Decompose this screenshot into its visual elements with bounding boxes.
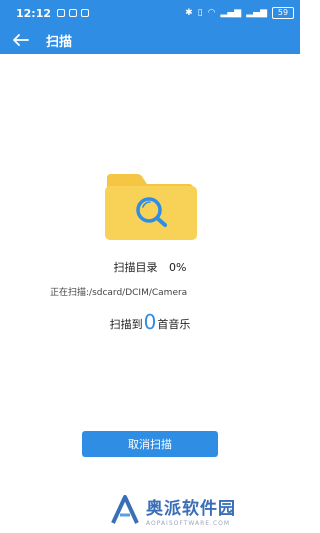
watermark-logo-icon [111, 495, 139, 524]
scan-title-label: 扫描目录 [113, 261, 158, 274]
status-notification-icons [57, 9, 90, 17]
music-count: 0 [143, 310, 157, 334]
notification-icon [57, 9, 66, 17]
count-suffix: 首音乐 [157, 318, 191, 331]
vibrate-icon: ▯ [197, 8, 203, 18]
bluetooth-icon: ✱ [185, 8, 193, 18]
status-system-icons: ✱ ▯ ◠ ▂▄▆ ▂▄▆ 59 [185, 7, 294, 19]
scan-percent: 0% [169, 261, 187, 274]
back-arrow-icon[interactable] [10, 29, 32, 51]
folder-search-icon [105, 174, 197, 240]
scan-progress-text: 扫描目录 0% [0, 259, 300, 275]
nfc-icon [69, 9, 78, 17]
scan-count-line: 扫描到 0 首音乐 [0, 312, 300, 332]
watermark-name: 奥派软件园 [146, 498, 236, 519]
signal-icon-2: ▂▄▆ [246, 8, 267, 18]
cancel-scan-button[interactable]: 取消扫描 [82, 431, 218, 457]
watermark-url: AOPAISOFTWARE.COM [146, 519, 231, 527]
app-header: 扫描 [0, 26, 300, 54]
count-prefix: 扫描到 [109, 318, 143, 331]
status-bar: 12:12 ✱ ▯ ◠ ▂▄▆ ▂▄▆ 59 [0, 0, 300, 26]
watermark: 奥派软件园 AOPAISOFTWARE.COM [110, 490, 295, 530]
battery-icon: 59 [272, 7, 294, 19]
status-time: 12:12 [16, 6, 52, 20]
wifi-icon: ◠ [207, 8, 216, 18]
signal-icon: ▂▄▆ [220, 8, 242, 18]
page-title: 扫描 [46, 34, 73, 50]
app-notification-icon [81, 9, 90, 17]
scan-path: 正在扫描:/sdcard/DCIM/Camera [50, 288, 188, 298]
